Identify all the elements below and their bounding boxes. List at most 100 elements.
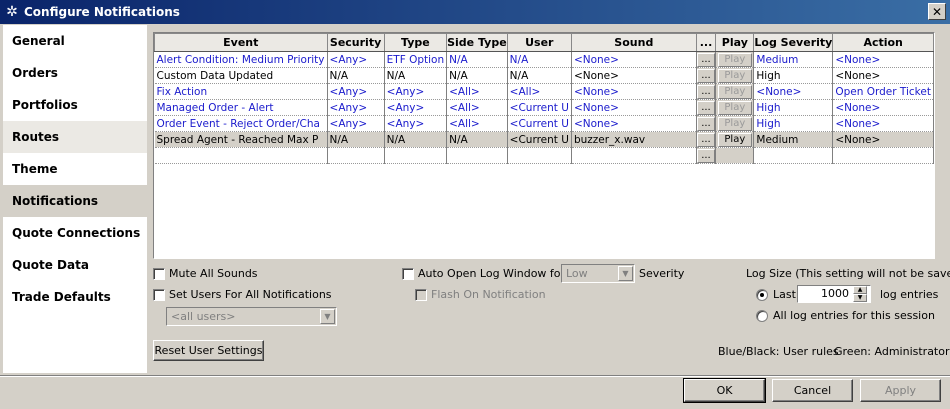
- cell-security[interactable]: [327, 147, 385, 164]
- cell-log-severity[interactable]: <None>: [753, 83, 834, 100]
- play-sound-button[interactable]: Play: [717, 68, 752, 83]
- cell-sound[interactable]: <None>: [571, 67, 697, 84]
- column-header-user[interactable]: User: [506, 33, 572, 52]
- cell-event[interactable]: Alert Condition: Medium Priority: [154, 51, 328, 68]
- cell-user[interactable]: <Current U: [507, 131, 572, 148]
- sidebar-item-general[interactable]: General: [3, 25, 147, 57]
- cell-log-severity[interactable]: High: [753, 67, 834, 84]
- column-header-action[interactable]: Action: [832, 33, 934, 52]
- log-entries-stepper[interactable]: 1000 ▲ ▼: [797, 285, 871, 303]
- cell-security[interactable]: N/A: [327, 67, 385, 84]
- cell-sound[interactable]: <None>: [571, 99, 697, 116]
- table-row[interactable]: Managed Order - Alert <Any> <Any> <All> …: [154, 99, 934, 116]
- browse-sound-button[interactable]: ...: [696, 52, 715, 67]
- cell-action[interactable]: <None>: [832, 115, 934, 132]
- sidebar-item-notifications[interactable]: Notifications: [3, 185, 147, 217]
- cell-security[interactable]: <Any>: [327, 99, 385, 116]
- cell-type[interactable]: <Any>: [384, 99, 448, 116]
- flash-on-notification-checkbox[interactable]: [415, 288, 427, 301]
- table-row[interactable]: Custom Data Updated N/A N/A N/A N/A <Non…: [154, 67, 934, 84]
- cell-event[interactable]: Order Event - Reject Order/Cha: [154, 115, 328, 132]
- cell-user[interactable]: N/A: [507, 51, 572, 68]
- table-row-new[interactable]: ...: [154, 147, 934, 164]
- cell-log-severity[interactable]: [753, 147, 834, 164]
- all-entries-radio[interactable]: [756, 309, 768, 322]
- cell-side-type[interactable]: <All>: [446, 115, 508, 132]
- play-sound-button[interactable]: Play: [717, 84, 752, 99]
- sidebar-item-portfolios[interactable]: Portfolios: [3, 89, 147, 121]
- last-entries-option[interactable]: Last: [756, 288, 796, 301]
- column-header-sound[interactable]: Sound: [570, 33, 697, 52]
- column-header-browse[interactable]: ...: [695, 33, 717, 52]
- cell-type[interactable]: ETF Option: [384, 51, 448, 68]
- play-sound-button[interactable]: Play: [717, 100, 752, 115]
- chevron-down-icon[interactable]: ▼: [618, 266, 633, 281]
- table-row[interactable]: Order Event - Reject Order/Cha <Any> <An…: [154, 115, 934, 132]
- browse-sound-button[interactable]: ...: [696, 132, 715, 147]
- all-entries-option[interactable]: All log entries for this session: [756, 309, 935, 322]
- sidebar-item-orders[interactable]: Orders: [3, 57, 147, 89]
- cell-action[interactable]: <None>: [832, 99, 934, 116]
- set-users-all-option[interactable]: Set Users For All Notifications: [153, 288, 332, 301]
- cell-event[interactable]: Fix Action: [154, 83, 328, 100]
- play-sound-button[interactable]: Play: [717, 116, 752, 131]
- mute-all-sounds-checkbox[interactable]: [153, 267, 165, 280]
- cell-type[interactable]: N/A: [384, 67, 448, 84]
- cell-user[interactable]: <Current U: [507, 115, 572, 132]
- cell-side-type[interactable]: [446, 147, 508, 164]
- set-users-all-checkbox[interactable]: [153, 288, 165, 301]
- apply-button[interactable]: Apply: [860, 379, 941, 402]
- cell-sound[interactable]: [571, 147, 697, 164]
- cell-side-type[interactable]: N/A: [446, 67, 508, 84]
- sidebar-item-quote-data[interactable]: Quote Data: [3, 249, 147, 281]
- spin-down-icon[interactable]: ▼: [853, 294, 867, 302]
- sidebar-item-quote-connections[interactable]: Quote Connections: [3, 217, 147, 249]
- last-entries-radio[interactable]: [756, 288, 768, 301]
- column-header-event[interactable]: Event: [154, 33, 328, 52]
- table-row[interactable]: Fix Action <Any> <Any> <All> <All> <None…: [154, 83, 934, 100]
- users-combo[interactable]: <all users> ▼: [166, 307, 337, 326]
- sidebar-item-trade-defaults[interactable]: Trade Defaults: [3, 281, 147, 313]
- cell-action[interactable]: Open Order Ticket: [832, 83, 934, 100]
- cell-sound[interactable]: buzzer_x.wav: [571, 131, 697, 148]
- cell-log-severity[interactable]: Medium: [753, 131, 834, 148]
- cell-sound[interactable]: <None>: [571, 115, 697, 132]
- cell-side-type[interactable]: N/A: [446, 131, 508, 148]
- play-sound-button[interactable]: Play: [717, 52, 752, 67]
- cell-log-severity[interactable]: High: [753, 99, 834, 116]
- mute-all-sounds-option[interactable]: Mute All Sounds: [153, 267, 258, 280]
- cell-user[interactable]: <Current U: [507, 99, 572, 116]
- browse-sound-button[interactable]: ...: [696, 116, 715, 131]
- cell-type[interactable]: <Any>: [384, 83, 448, 100]
- browse-sound-button[interactable]: ...: [696, 100, 715, 115]
- cell-type[interactable]: N/A: [384, 131, 448, 148]
- reset-user-settings-button[interactable]: Reset User Settings: [153, 340, 264, 361]
- sidebar-item-routes[interactable]: Routes: [3, 121, 147, 153]
- cell-action[interactable]: <None>: [832, 51, 934, 68]
- column-header-play[interactable]: Play: [715, 33, 755, 52]
- cell-security[interactable]: <Any>: [327, 51, 385, 68]
- cell-action[interactable]: <None>: [832, 67, 934, 84]
- cell-event[interactable]: Managed Order - Alert: [154, 99, 328, 116]
- cell-user[interactable]: <All>: [507, 83, 572, 100]
- cell-type[interactable]: [384, 147, 448, 164]
- browse-sound-button[interactable]: ...: [696, 84, 715, 99]
- sidebar-item-theme[interactable]: Theme: [3, 153, 147, 185]
- cell-user[interactable]: N/A: [507, 67, 572, 84]
- browse-sound-button[interactable]: ...: [696, 68, 715, 83]
- cell-side-type[interactable]: <All>: [446, 83, 508, 100]
- cell-action[interactable]: <None>: [832, 131, 934, 148]
- close-button[interactable]: ✕: [928, 3, 946, 20]
- severity-combo[interactable]: Low ▼: [561, 264, 635, 283]
- play-sound-button[interactable]: Play: [717, 132, 752, 147]
- cell-security[interactable]: <Any>: [327, 115, 385, 132]
- cell-action[interactable]: [832, 147, 934, 164]
- cancel-button[interactable]: Cancel: [772, 379, 853, 402]
- cell-side-type[interactable]: <All>: [446, 99, 508, 116]
- cell-event[interactable]: Spread Agent - Reached Max P: [154, 131, 328, 148]
- cell-event[interactable]: Custom Data Updated: [154, 67, 328, 84]
- browse-sound-button[interactable]: ...: [696, 148, 715, 163]
- cell-type[interactable]: <Any>: [384, 115, 448, 132]
- cell-security[interactable]: N/A: [327, 131, 385, 148]
- column-header-side-type[interactable]: Side Type: [446, 33, 508, 52]
